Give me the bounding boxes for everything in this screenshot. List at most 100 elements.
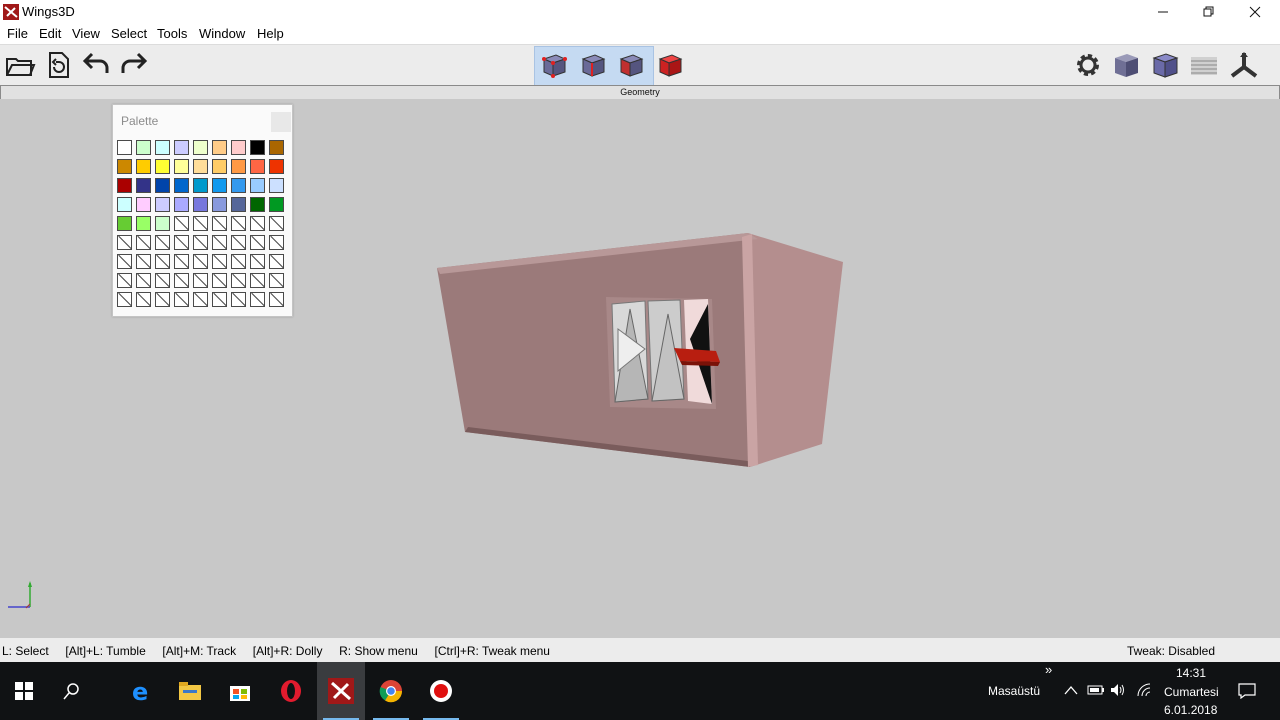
palette-swatch[interactable] (231, 159, 246, 174)
palette-swatch[interactable] (231, 140, 246, 155)
palette-swatch[interactable] (231, 178, 246, 193)
palette-swatch[interactable] (269, 197, 284, 212)
palette-swatch[interactable] (174, 197, 189, 212)
toolbar-chevron[interactable]: » (1045, 662, 1052, 677)
smooth-shaded-cube-icon[interactable] (1110, 49, 1142, 81)
palette-swatch[interactable] (136, 178, 151, 193)
palette-swatch[interactable] (269, 140, 284, 155)
palette-swatch[interactable] (155, 178, 170, 193)
undo-icon[interactable] (80, 49, 112, 81)
menu-view[interactable]: View (72, 26, 100, 41)
palette-empty-swatch[interactable] (269, 216, 284, 231)
palette-empty-swatch[interactable] (193, 273, 208, 288)
flat-shaded-cube-icon[interactable] (1149, 49, 1181, 81)
palette-swatch[interactable] (193, 159, 208, 174)
palette-swatch[interactable] (117, 197, 132, 212)
palette-empty-swatch[interactable] (174, 273, 189, 288)
palette-swatch[interactable] (193, 197, 208, 212)
taskbar-chrome[interactable] (367, 662, 415, 720)
palette-empty-swatch[interactable] (231, 292, 246, 307)
palette-empty-swatch[interactable] (193, 292, 208, 307)
palette-empty-swatch[interactable] (174, 235, 189, 250)
palette-swatch[interactable] (155, 197, 170, 212)
vertex-select-mode-icon[interactable] (538, 49, 570, 81)
palette-swatch[interactable] (212, 178, 227, 193)
palette-swatch[interactable] (250, 159, 265, 174)
chevron-up-icon[interactable] (1064, 684, 1078, 696)
palette-empty-swatch[interactable] (155, 254, 170, 269)
open-folder-icon[interactable] (4, 49, 36, 81)
wifi-icon[interactable] (1136, 683, 1152, 697)
palette-swatch[interactable] (117, 178, 132, 193)
palette-swatch[interactable] (155, 159, 170, 174)
save-icon[interactable] (42, 49, 74, 81)
palette-swatch[interactable] (193, 140, 208, 155)
palette-empty-swatch[interactable] (174, 292, 189, 307)
palette-swatch[interactable] (117, 216, 132, 231)
palette-empty-swatch[interactable] (155, 292, 170, 307)
palette-swatch[interactable] (212, 140, 227, 155)
palette-swatch[interactable] (250, 178, 265, 193)
palette-empty-swatch[interactable] (193, 216, 208, 231)
palette-swatch[interactable] (231, 197, 246, 212)
gear-icon[interactable] (1072, 49, 1104, 81)
palette-empty-swatch[interactable] (231, 254, 246, 269)
palette-empty-swatch[interactable] (250, 235, 265, 250)
close-button[interactable] (1232, 0, 1278, 24)
palette-swatch[interactable] (136, 140, 151, 155)
menu-tools[interactable]: Tools (157, 26, 187, 41)
palette-swatch[interactable] (155, 140, 170, 155)
palette-empty-swatch[interactable] (155, 235, 170, 250)
palette-empty-swatch[interactable] (250, 292, 265, 307)
palette-empty-swatch[interactable] (136, 273, 151, 288)
palette-swatch[interactable] (117, 159, 132, 174)
palette-swatch[interactable] (174, 140, 189, 155)
palette-empty-swatch[interactable] (117, 273, 132, 288)
body-select-mode-icon[interactable] (654, 49, 686, 81)
palette-swatch[interactable] (269, 159, 284, 174)
palette-empty-swatch[interactable] (212, 292, 227, 307)
palette-swatch[interactable] (250, 140, 265, 155)
palette-empty-swatch[interactable] (231, 273, 246, 288)
taskbar-opera[interactable] (267, 662, 315, 720)
minimize-button[interactable] (1140, 0, 1186, 24)
palette-swatch[interactable] (212, 159, 227, 174)
palette-swatch[interactable] (250, 197, 265, 212)
palette-empty-swatch[interactable] (212, 273, 227, 288)
palette-empty-swatch[interactable] (231, 235, 246, 250)
palette-swatch[interactable] (136, 216, 151, 231)
palette-empty-swatch[interactable] (250, 273, 265, 288)
axes-icon[interactable] (1228, 49, 1260, 81)
palette-swatch[interactable] (136, 197, 151, 212)
taskbar-recorder[interactable] (417, 662, 465, 720)
palette-empty-swatch[interactable] (269, 235, 284, 250)
palette-empty-swatch[interactable] (117, 292, 132, 307)
palette-empty-swatch[interactable] (231, 216, 246, 231)
palette-swatch[interactable] (155, 216, 170, 231)
menu-file[interactable]: File (7, 26, 28, 41)
menu-help[interactable]: Help (257, 26, 284, 41)
palette-empty-swatch[interactable] (117, 254, 132, 269)
restore-button[interactable] (1186, 0, 1232, 24)
palette-empty-swatch[interactable] (212, 235, 227, 250)
clock-day[interactable]: Cumartesi (1164, 685, 1219, 699)
palette-empty-swatch[interactable] (136, 292, 151, 307)
face-select-mode-icon[interactable] (615, 49, 647, 81)
edge-select-mode-icon[interactable] (577, 49, 609, 81)
palette-swatch[interactable] (269, 178, 284, 193)
speaker-icon[interactable] (1110, 683, 1126, 697)
palette-empty-swatch[interactable] (250, 216, 265, 231)
search-button[interactable] (48, 662, 96, 720)
menu-select[interactable]: Select (111, 26, 147, 41)
palette-empty-swatch[interactable] (269, 254, 284, 269)
palette-empty-swatch[interactable] (155, 273, 170, 288)
palette-close-button[interactable] (271, 112, 291, 132)
taskbar-store[interactable] (216, 662, 264, 720)
palette-swatch[interactable] (174, 159, 189, 174)
palette-empty-swatch[interactable] (174, 216, 189, 231)
palette-swatch[interactable] (193, 178, 208, 193)
desktop-toolbar-label[interactable]: Masaüstü (988, 684, 1040, 698)
palette-empty-swatch[interactable] (174, 254, 189, 269)
palette-empty-swatch[interactable] (136, 235, 151, 250)
palette-window[interactable]: Palette (112, 104, 293, 317)
